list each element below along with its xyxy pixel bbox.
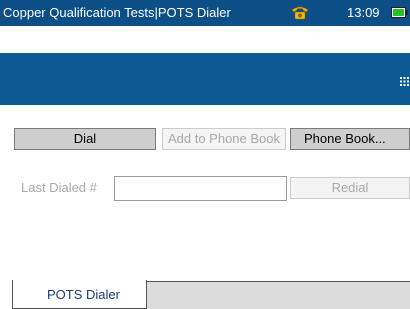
toolbar-banner xyxy=(0,53,410,105)
clock: 13:09 xyxy=(347,5,380,20)
last-dialed-field[interactable] xyxy=(114,176,287,201)
phone-icon[interactable] xyxy=(290,4,310,20)
battery-icon xyxy=(391,7,408,18)
redial-button[interactable]: Redial xyxy=(290,177,410,199)
tab-label: POTS Dialer xyxy=(47,287,120,302)
grid-menu-icon[interactable] xyxy=(400,77,409,86)
tab-strip-background xyxy=(147,281,410,309)
last-dialed-label: Last Dialed # xyxy=(21,180,97,195)
dial-button[interactable]: Dial xyxy=(14,128,156,150)
phone-book-button[interactable]: Phone Book... xyxy=(290,128,410,150)
add-to-phone-book-button[interactable]: Add to Phone Book xyxy=(162,128,286,150)
tab-pots-dialer[interactable]: POTS Dialer xyxy=(12,280,147,309)
title-bar: Copper Qualification Tests|POTS Dialer 1… xyxy=(0,0,410,26)
window-title: Copper Qualification Tests|POTS Dialer xyxy=(3,5,231,20)
